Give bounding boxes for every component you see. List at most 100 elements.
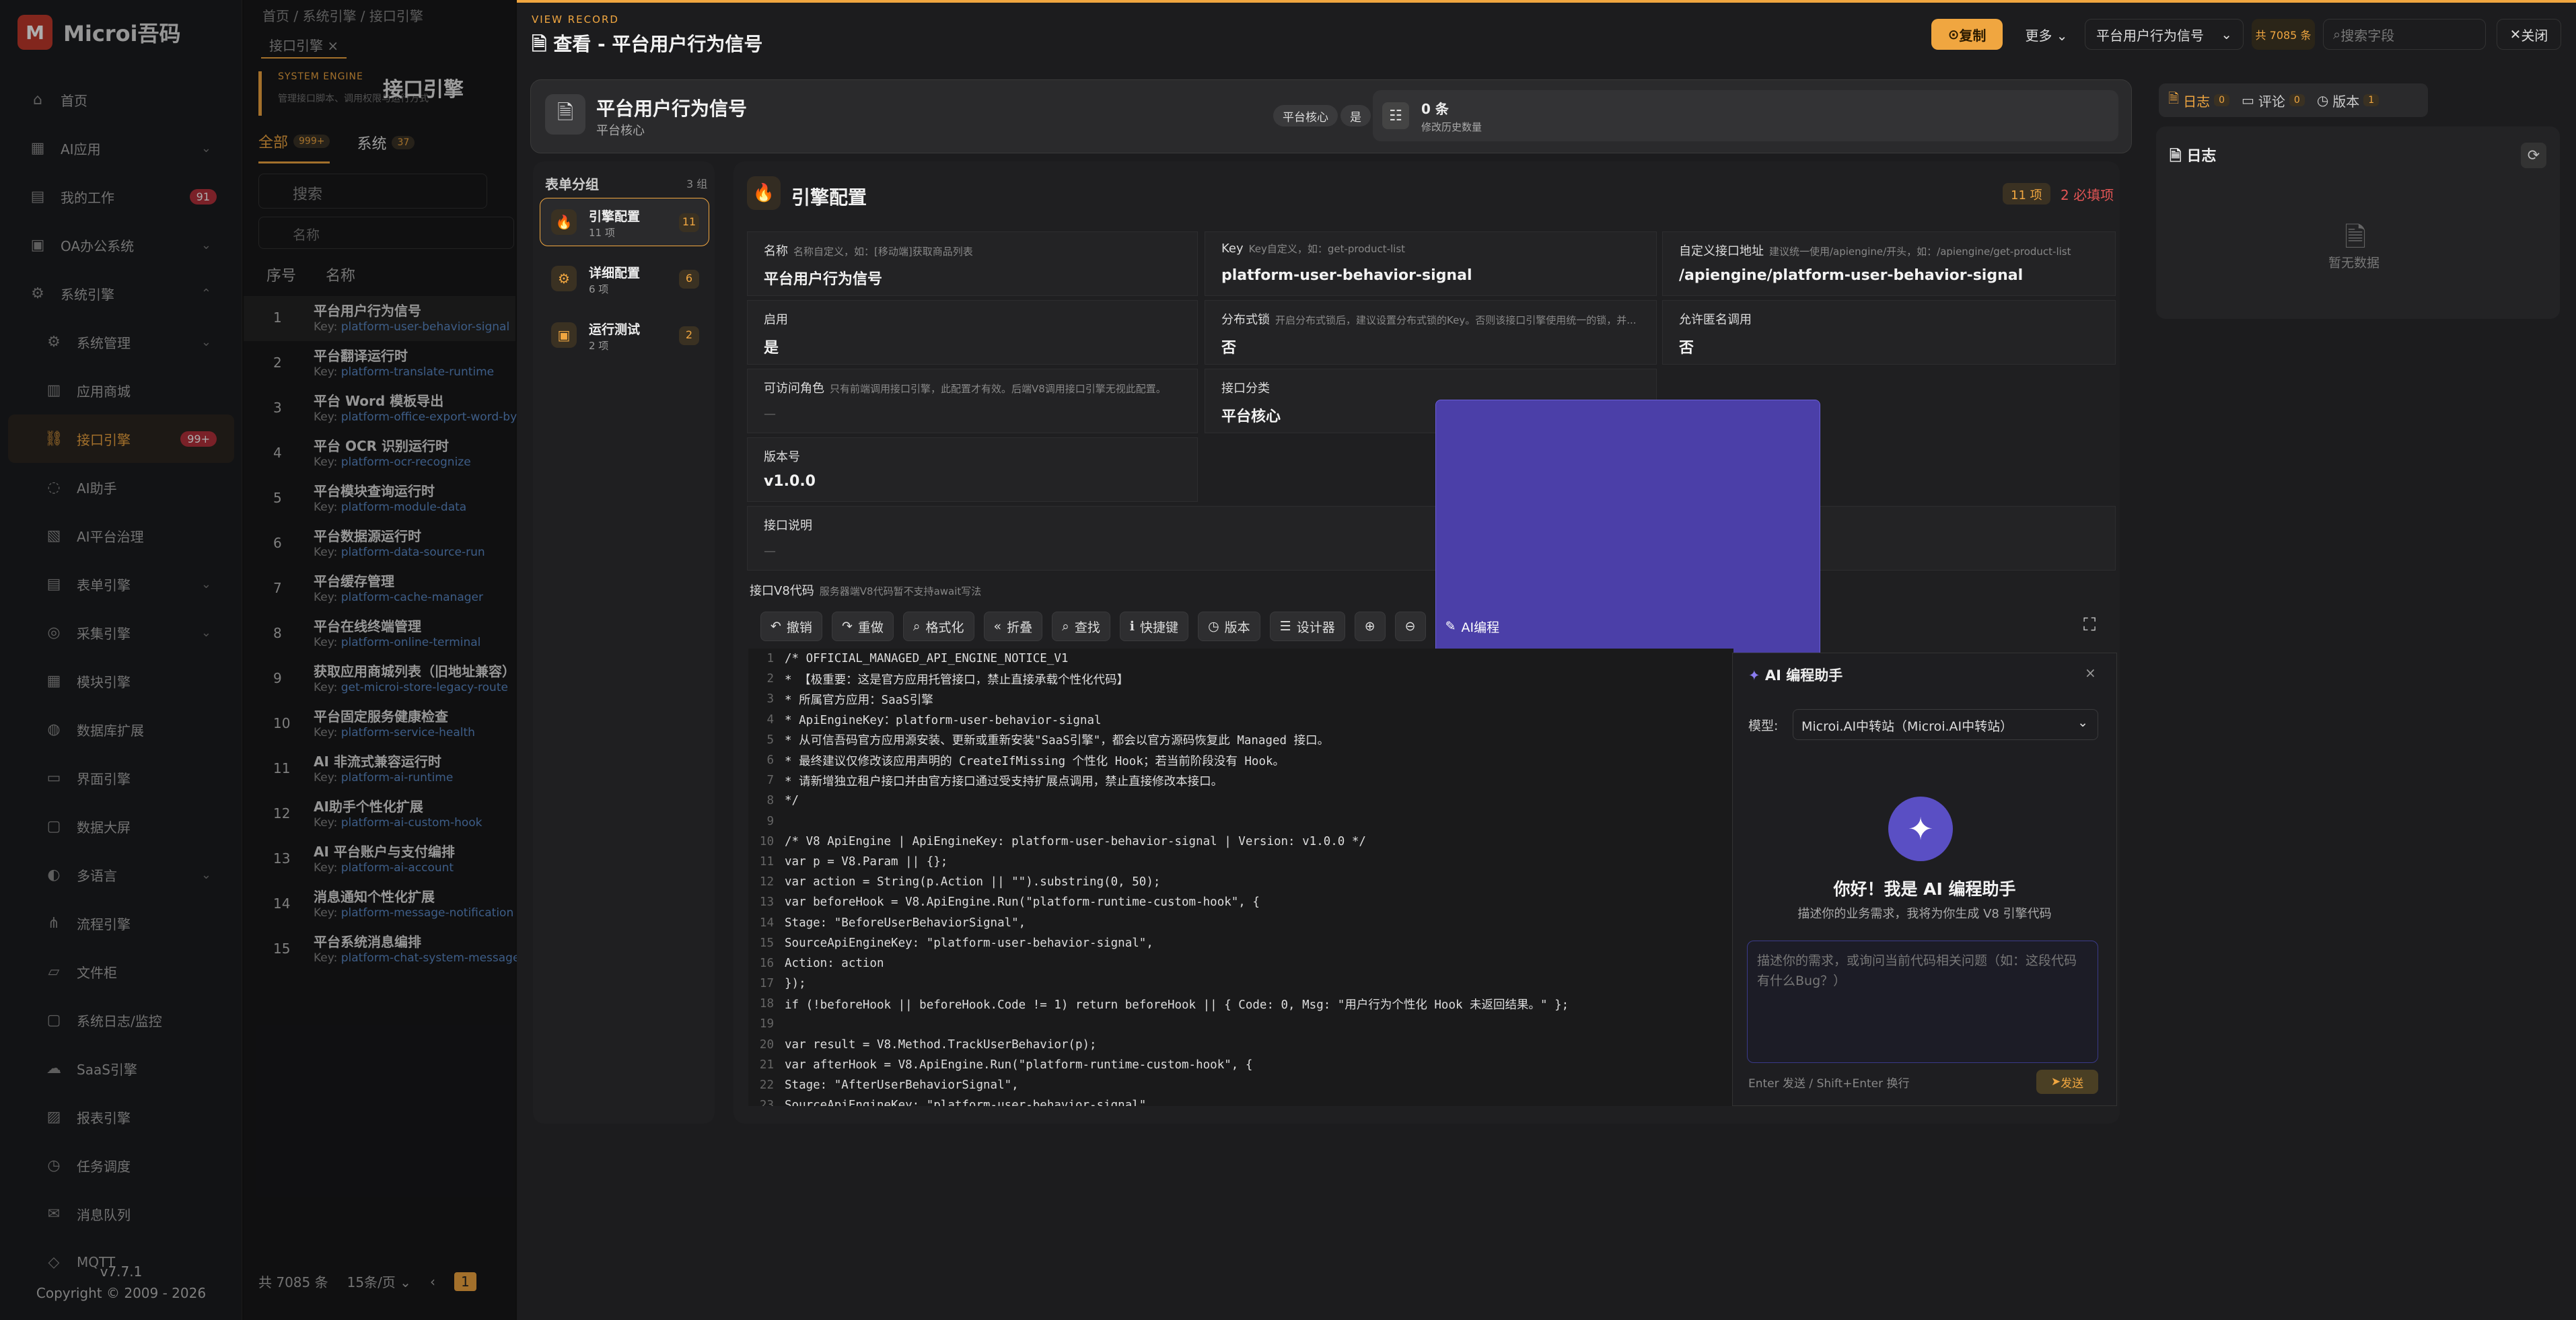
sliders-icon: ☰ [1279, 619, 1291, 634]
section-title: 引擎配置 [791, 186, 867, 209]
send-icon: ➤ [2050, 1075, 2061, 1089]
code-text: var result = V8.Method.TrackUserBehavior… [785, 1037, 1097, 1052]
fullscreen-icon[interactable]: ⛶ [2083, 615, 2096, 636]
record-select-value: 平台用户行为信号 [2096, 27, 2204, 44]
copy-icon: ⊙ [1947, 26, 1960, 42]
editor-button-2[interactable]: ⌕ 格式化 [902, 612, 974, 641]
code-line: 14 Stage: "BeforeUserBehaviorSignal", [748, 912, 1733, 932]
field-url-label: 自定义接口地址 [1679, 244, 1764, 258]
ai-prompt-input[interactable]: 描述你的需求，或询问当前代码相关问题（如：这段代码有什么Bug？） [1747, 941, 2098, 1063]
line-number: 2 [766, 672, 774, 686]
field-code-label: 接口V8代码 服务器端V8代码暂不支持await写法 [750, 581, 981, 599]
more-button[interactable]: 更多 ⌄ [2016, 19, 2077, 50]
tab-version-count: 1 [2363, 94, 2380, 106]
code-text: * 请新增独立租户接口并由官方接口通过受支持扩展点调用，禁止直接修改本接口。 [785, 774, 1223, 789]
editor-button-0[interactable]: ↶ 撤销 [760, 612, 822, 641]
editor-button-3[interactable]: « 折叠 [983, 612, 1043, 641]
ai-send-button[interactable]: ➤ 发送 [2036, 1070, 2098, 1094]
tab-log-label: 日志 [2183, 93, 2211, 110]
code-editor[interactable]: 1 /* OFFICIAL_MANAGED_API_ENGINE_NOTICE_V… [748, 649, 1733, 1106]
ai-send-label: 发送 [2061, 1076, 2084, 1091]
line-number: 21 [759, 1058, 774, 1072]
field-description-label: 接口说明 [764, 519, 812, 533]
code-text: var p = V8.Param || {}; [785, 854, 948, 869]
modal-backdrop[interactable] [0, 0, 517, 1320]
field-version: 版本号 v1.0.0 [747, 437, 1198, 502]
clock-icon: ◷ [2316, 92, 2329, 108]
log-title-text: 日志 [2186, 148, 2217, 165]
field-enable: 启用 是 [747, 300, 1198, 365]
editor-button-5[interactable]: ℹ 快捷键 [1119, 612, 1189, 641]
code-text: */ [785, 794, 799, 808]
tab-comment-label: 评论 [2258, 93, 2285, 110]
editor-button-label: 设计器 [1296, 620, 1335, 635]
ai-hello: 你好！我是 AI 编程助手 [1833, 879, 2016, 899]
line-number: 3 [766, 692, 774, 706]
group-item-2[interactable]: ▣ 运行测试 2 项 2 [540, 311, 709, 359]
field-enable-label: 启用 [764, 313, 788, 327]
group-icon: ⚙ [551, 266, 577, 291]
zoom-out-icon: ⊖ [1404, 619, 1416, 634]
doc-icon: 🗎 [532, 33, 554, 55]
refresh-icon[interactable]: ⟳ [2521, 143, 2546, 168]
editor-button-9[interactable]: ⊖ [1394, 612, 1426, 641]
line-number: 18 [759, 997, 774, 1011]
editor-button-4[interactable]: ⌕ 查找 [1052, 612, 1110, 641]
tab-comment[interactable]: ▭ 评论 0 [2242, 91, 2305, 110]
editor-button-6[interactable]: ◷ 版本 [1198, 612, 1260, 641]
code-line: 3 * 所属官方应用：SaaS引擎 [748, 689, 1733, 709]
field-name-label: 名称 [764, 244, 788, 258]
line-number: 5 [766, 733, 774, 747]
tab-version[interactable]: ◷ 版本 1 [2316, 91, 2380, 110]
group-item-0[interactable]: 🔥 引擎配置 11 项 11 [540, 198, 709, 246]
search-icon: ⌕ [913, 619, 921, 634]
line-number: 7 [766, 774, 774, 788]
flame-icon: 🔥 [747, 176, 781, 210]
line-number: 10 [759, 834, 774, 848]
ai-model-select[interactable]: Microi.AI中转站（Microi.AI中转站） ⌄ [1793, 709, 2098, 740]
ai-close-icon[interactable]: × [2085, 665, 2096, 681]
chevron-down-icon: ⌄ [2077, 715, 2088, 730]
line-number: 6 [766, 754, 774, 768]
field-name: 名称 名称自定义，如：[移动端]获取商品列表 平台用户行为信号 [747, 231, 1198, 296]
code-line: 16 Action: action [748, 953, 1733, 974]
category-tag: 平台核心 [1273, 105, 1338, 126]
copy-label: 复制 [1959, 27, 1987, 44]
line-number: 12 [759, 875, 774, 889]
group-item-1[interactable]: ⚙ 详细配置 6 项 6 [540, 254, 709, 303]
history-card[interactable]: ☷ 0 条 修改历史数量 [1373, 90, 2118, 141]
editor-button-1[interactable]: ↷ 重做 [831, 612, 894, 641]
field-search-input[interactable]: ⌕ 搜索字段 [2323, 19, 2486, 50]
field-key: Key Key自定义，如：get-product-list platform-us… [1205, 231, 1657, 296]
code-line: 19 [748, 1014, 1733, 1034]
field-roles-label: 可访问角色 [764, 381, 824, 396]
groups-title: 表单分组 [545, 176, 599, 192]
field-key-value: platform-user-behavior-signal [1221, 267, 1472, 284]
copy-button[interactable]: ⊙ 复制 [1931, 19, 2003, 50]
section-required: 2 必填项 [2061, 187, 2114, 203]
search-icon: ⌕ [1062, 619, 1069, 634]
editor-button-8[interactable]: ⊕ [1354, 612, 1386, 641]
record-select[interactable]: 平台用户行为信号 ⌄ [2085, 19, 2244, 50]
code-text: /* OFFICIAL_MANAGED_API_ENGINE_NOTICE_V1 [785, 652, 1069, 666]
code-line: 10 /* V8 ApiEngine | ApiEngineKey: platfo… [748, 832, 1733, 852]
form-groups-panel [533, 161, 715, 1124]
code-text: }); [785, 977, 806, 991]
log-icon: 🗎 [2170, 148, 2187, 165]
code-line: 2 * 【极重要：这是官方应用托管接口，禁止直接承载个性化代码】 [748, 669, 1733, 689]
code-line: 21 var afterHook = V8.ApiEngine.Run("plat… [748, 1055, 1733, 1075]
record-icon: 🗎 [545, 94, 585, 135]
field-url-value: /apiengine/platform-user-behavior-signal [1679, 267, 2024, 284]
field-description: 接口说明 — [747, 506, 2116, 571]
group-count: 11 [679, 213, 699, 232]
line-number: 8 [766, 794, 774, 808]
tab-log[interactable]: 🗎 日志 0 [2168, 89, 2230, 112]
ai-panel-title: AI 编程助手 [1764, 667, 1843, 684]
close-button[interactable]: ✕ 关闭 [2497, 19, 2561, 50]
group-icon: 🔥 [551, 209, 577, 235]
editor-button-7[interactable]: ☰ 设计器 [1269, 612, 1345, 641]
code-line: 6 * 最终建议仅修改该应用声明的 CreateIfMissing 个性化 Ho… [748, 750, 1733, 770]
modal-title-text: 查看 - 平台用户行为信号 [553, 33, 763, 55]
code-text: Stage: "AfterUserBehaviorSignal", [785, 1078, 1019, 1093]
editor-button-label: 查找 [1074, 620, 1100, 635]
